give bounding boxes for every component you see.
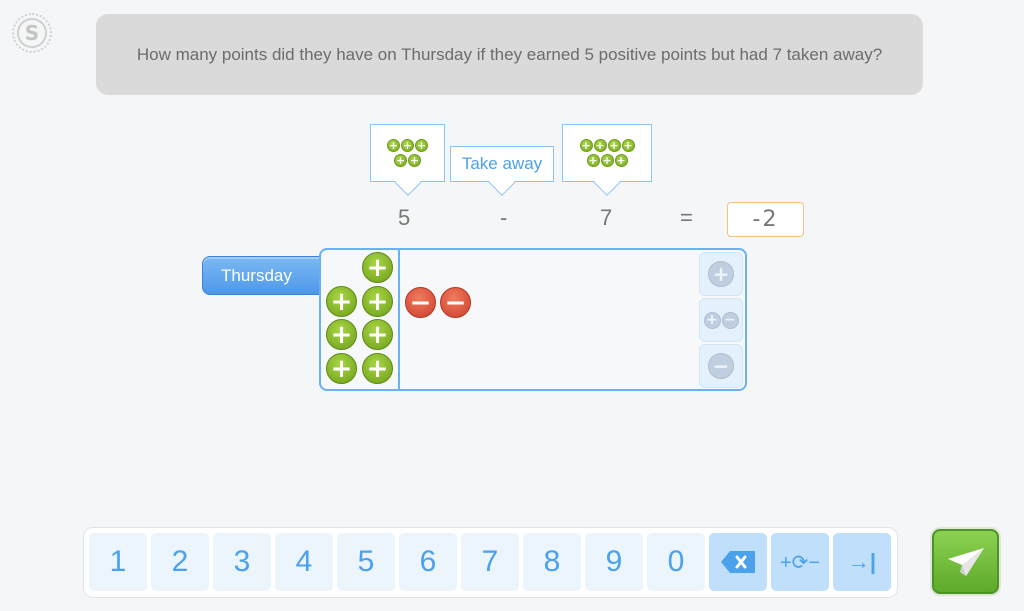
positive-chip-icon: +: [401, 139, 414, 152]
submit-button[interactable]: [932, 529, 999, 594]
counter-board[interactable]: + + − − + + + + + + + − −: [319, 248, 747, 391]
board-controls: + + − −: [699, 252, 743, 388]
minus-icon: −: [721, 311, 739, 329]
positive-chip[interactable]: +: [326, 319, 357, 350]
right-value: 7: [600, 205, 613, 230]
operator-label: Take away: [461, 154, 543, 173]
add-positive-button[interactable]: +: [699, 252, 743, 296]
day-label: Thursday: [221, 265, 292, 285]
key-4[interactable]: 4: [275, 533, 333, 591]
positive-chip[interactable]: +: [326, 353, 357, 384]
positive-chip-icon: +: [607, 139, 621, 152]
key-6[interactable]: 6: [399, 533, 457, 591]
positive-chip-icon: +: [579, 139, 593, 152]
add-zero-pair-button[interactable]: + −: [699, 298, 743, 342]
board-divider: [398, 250, 400, 389]
key-5[interactable]: 5: [337, 533, 395, 591]
next-field-button[interactable]: →|: [833, 533, 891, 591]
left-operand-bubble: + + + + +: [370, 124, 445, 182]
chip-row: + +: [394, 154, 421, 167]
backspace-button[interactable]: [709, 533, 767, 591]
positive-chip[interactable]: +: [326, 286, 357, 317]
paper-plane-icon: [947, 547, 984, 576]
positive-chip-icon: +: [387, 139, 400, 152]
key-2[interactable]: 2: [151, 533, 209, 591]
answer-field[interactable]: -2: [727, 202, 804, 237]
key-3[interactable]: 3: [213, 533, 271, 591]
right-operand-bubble: + + + + + + +: [562, 124, 652, 182]
key-1[interactable]: 1: [89, 533, 147, 591]
logo: S: [12, 13, 52, 53]
sign-toggle-button[interactable]: +⟳−: [771, 533, 829, 591]
add-negative-button[interactable]: −: [699, 344, 743, 388]
negative-chip[interactable]: −: [440, 287, 471, 318]
positive-chip[interactable]: +: [362, 252, 393, 283]
question-banner: How many points did they have on Thursda…: [96, 14, 923, 95]
day-label-tab: Thursday: [202, 256, 324, 295]
operator-bubble: Take away: [450, 146, 554, 182]
positive-chip-icon: +: [593, 139, 607, 152]
positive-chip-icon: +: [600, 154, 614, 167]
logo-letter: S: [17, 18, 47, 48]
plus-icon: +: [708, 261, 734, 287]
positive-chip-icon: +: [614, 154, 628, 167]
chip-row: + + +: [586, 154, 628, 167]
key-8[interactable]: 8: [523, 533, 581, 591]
positive-chip[interactable]: +: [362, 286, 393, 317]
left-value: 5: [398, 205, 411, 230]
positive-chip-icon: +: [586, 154, 600, 167]
key-7[interactable]: 7: [461, 533, 519, 591]
key-0[interactable]: 0: [647, 533, 705, 591]
positive-chip[interactable]: +: [362, 319, 393, 350]
positive-chip-icon: +: [394, 154, 407, 167]
positive-chip[interactable]: +: [362, 353, 393, 384]
question-text: How many points did they have on Thursda…: [136, 45, 883, 64]
operator-sign: -: [500, 205, 508, 230]
number-keypad: 1 2 3 4 5 6 7 8 9 0 +⟳− →|: [83, 527, 898, 598]
chip-row: + + + +: [579, 139, 635, 152]
backspace-icon: [721, 551, 755, 573]
answer-value: -2: [752, 207, 779, 232]
positive-chip-icon: +: [621, 139, 635, 152]
equals-sign: =: [680, 205, 693, 230]
key-9[interactable]: 9: [585, 533, 643, 591]
plus-icon: +: [703, 311, 721, 329]
positive-chip-icon: +: [408, 154, 421, 167]
negative-chip[interactable]: −: [405, 287, 436, 318]
positive-chip-icon: +: [415, 139, 428, 152]
minus-icon: −: [708, 353, 734, 379]
chip-row: + + +: [387, 139, 428, 152]
